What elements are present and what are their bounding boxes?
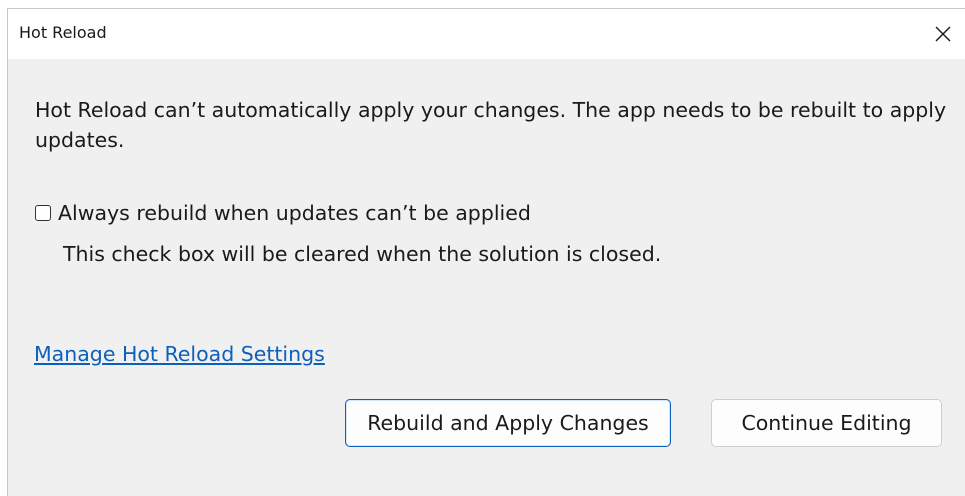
title-bar: Hot Reload (8, 9, 965, 59)
close-icon (935, 26, 951, 42)
checkbox-note: This check box will be cleared when the … (63, 242, 662, 266)
always-rebuild-option[interactable]: Always rebuild when updates can’t be app… (35, 198, 531, 228)
dialog-message: Hot Reload can’t automatically apply you… (35, 98, 947, 152)
manage-hot-reload-settings-link[interactable]: Manage Hot Reload Settings (34, 342, 325, 366)
always-rebuild-label[interactable]: Always rebuild when updates can’t be app… (58, 201, 531, 225)
continue-editing-button[interactable]: Continue Editing (711, 399, 942, 447)
always-rebuild-checkbox[interactable] (35, 205, 51, 221)
window-title: Hot Reload (19, 23, 107, 42)
rebuild-and-apply-button[interactable]: Rebuild and Apply Changes (345, 399, 671, 447)
hot-reload-dialog: Hot Reload Hot Reload can’t automaticall… (7, 8, 965, 496)
close-button[interactable] (926, 17, 960, 51)
